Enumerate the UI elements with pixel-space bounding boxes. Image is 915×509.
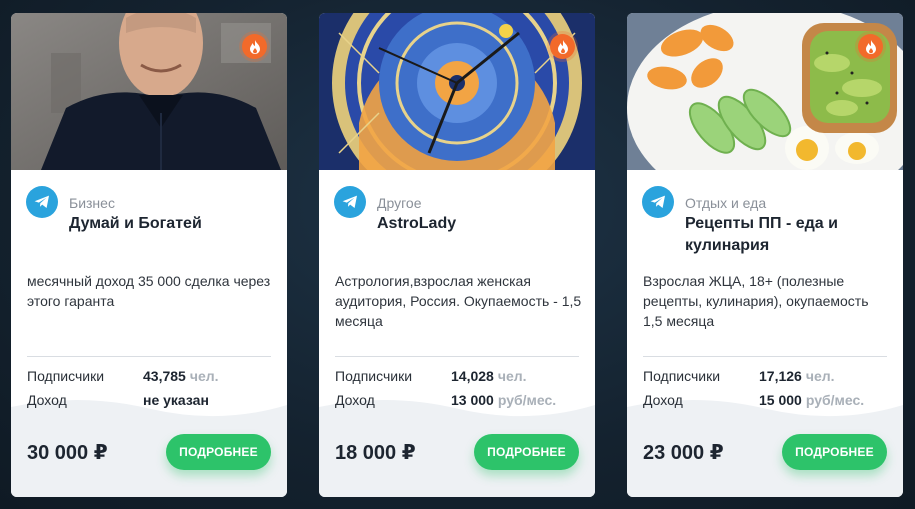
subscribers-unit: чел. bbox=[805, 368, 835, 384]
channel-image[interactable] bbox=[11, 13, 287, 170]
details-button[interactable]: ПОДРОБНЕЕ bbox=[166, 434, 271, 470]
income-value: 13 000 руб/мес. bbox=[451, 392, 556, 408]
income-label: Доход bbox=[643, 392, 683, 408]
income-label: Доход bbox=[335, 392, 375, 408]
channel-category: Другое bbox=[377, 195, 422, 211]
income-label: Доход bbox=[27, 392, 67, 408]
fire-icon bbox=[242, 34, 267, 59]
subscribers-label: Подписчики bbox=[643, 368, 721, 384]
income-unit: руб/мес. bbox=[497, 392, 557, 408]
income-number: не указан bbox=[143, 392, 209, 408]
channel-card[interactable]: Бизнес Думай и Богатей месячный доход 35… bbox=[11, 13, 287, 497]
income-number: 13 000 bbox=[451, 392, 494, 408]
fire-icon bbox=[550, 34, 575, 59]
income-unit: руб/мес. bbox=[805, 392, 865, 408]
subscribers-value: 43,785 чел. bbox=[143, 368, 219, 384]
channel-category: Бизнес bbox=[69, 195, 115, 211]
telegram-icon bbox=[642, 186, 674, 218]
channel-title[interactable]: AstroLady bbox=[377, 213, 582, 235]
subscribers-value: 17,126 чел. bbox=[759, 368, 835, 384]
channel-category: Отдых и еда bbox=[685, 195, 767, 211]
channel-title[interactable]: Думай и Богатей bbox=[69, 213, 274, 235]
subscribers-value: 14,028 чел. bbox=[451, 368, 527, 384]
subscribers-number: 43,785 bbox=[143, 368, 186, 384]
channel-price: 18 000 ₽ bbox=[335, 442, 416, 464]
details-button[interactable]: ПОДРОБНЕЕ bbox=[474, 434, 579, 470]
subscribers-unit: чел. bbox=[497, 368, 527, 384]
income-value: 15 000 руб/мес. bbox=[759, 392, 864, 408]
channel-card[interactable]: Отдых и еда Рецепты ПП - еда и кулинария… bbox=[627, 13, 903, 497]
channel-title[interactable]: Рецепты ПП - еда и кулинария bbox=[685, 213, 890, 257]
channel-image[interactable] bbox=[319, 13, 595, 170]
channel-card[interactable]: Другое AstroLady Астрология,взрослая жен… bbox=[319, 13, 595, 497]
channel-description: Взрослая ЖЦА, 18+ (полезные рецепты, кул… bbox=[643, 273, 869, 329]
channel-card-grid: Бизнес Думай и Богатей месячный доход 35… bbox=[11, 13, 903, 497]
channel-description: месячный доход 35 000 сделка через этого… bbox=[27, 273, 271, 309]
subscribers-unit: чел. bbox=[189, 368, 219, 384]
divider bbox=[27, 356, 271, 357]
channel-image[interactable] bbox=[627, 13, 903, 170]
income-number: 15 000 bbox=[759, 392, 802, 408]
subscribers-label: Подписчики bbox=[27, 368, 105, 384]
telegram-icon bbox=[26, 186, 58, 218]
divider bbox=[643, 356, 887, 357]
income-value: не указан bbox=[143, 392, 213, 408]
subscribers-label: Подписчики bbox=[335, 368, 413, 384]
details-button[interactable]: ПОДРОБНЕЕ bbox=[782, 434, 887, 470]
channel-price: 30 000 ₽ bbox=[27, 442, 108, 464]
divider bbox=[335, 356, 579, 357]
subscribers-number: 17,126 bbox=[759, 368, 802, 384]
channel-description: Астрология,взрослая женская аудитория, Р… bbox=[335, 273, 582, 329]
channel-price: 23 000 ₽ bbox=[643, 442, 724, 464]
telegram-icon bbox=[334, 186, 366, 218]
fire-icon bbox=[858, 34, 883, 59]
subscribers-number: 14,028 bbox=[451, 368, 494, 384]
